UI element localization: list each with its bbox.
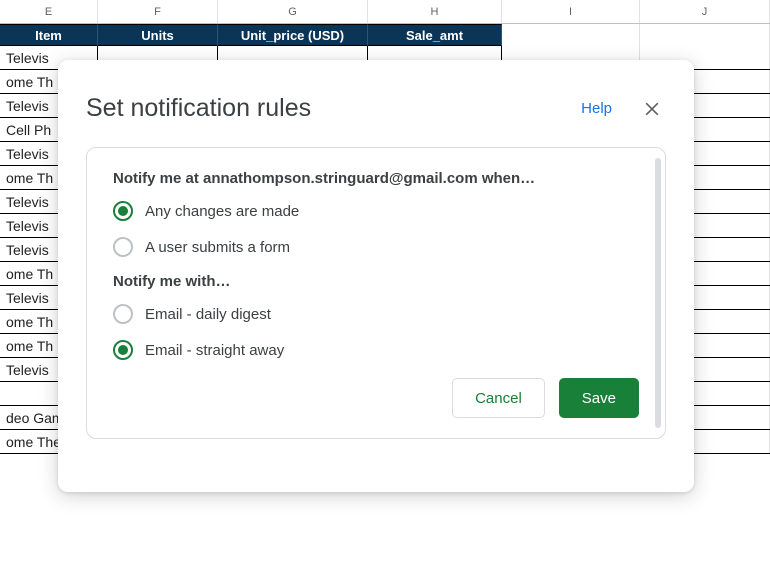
- header-sale-amt[interactable]: Sale_amt: [368, 24, 502, 46]
- col-header-G[interactable]: G: [218, 0, 368, 23]
- radio-icon: [113, 304, 133, 324]
- radio-icon: [113, 340, 133, 360]
- cancel-button[interactable]: Cancel: [452, 378, 545, 418]
- header-units[interactable]: Units: [98, 24, 218, 46]
- close-icon: [642, 99, 662, 119]
- notify-at-label: Notify me at annathompson.stringuard@gma…: [113, 170, 639, 187]
- save-button[interactable]: Save: [559, 378, 639, 418]
- radio-daily-digest[interactable]: Email - daily digest: [113, 304, 639, 324]
- header-item[interactable]: Item: [0, 24, 98, 46]
- radio-icon: [113, 201, 133, 221]
- col-header-I[interactable]: I: [502, 0, 640, 23]
- empty-cell[interactable]: [502, 24, 640, 46]
- notify-with-label: Notify me with…: [113, 273, 639, 290]
- radio-straight-away[interactable]: Email - straight away: [113, 340, 639, 360]
- col-header-H[interactable]: H: [368, 0, 502, 23]
- panel-scrollbar[interactable]: [655, 158, 661, 428]
- header-unit-price[interactable]: Unit_price (USD): [218, 24, 368, 46]
- radio-icon: [113, 237, 133, 257]
- dialog-panel: Notify me at annathompson.stringuard@gma…: [86, 147, 666, 439]
- radio-label: Any changes are made: [145, 203, 299, 220]
- col-header-F[interactable]: F: [98, 0, 218, 23]
- radio-label: Email - daily digest: [145, 306, 271, 323]
- radio-form-submit[interactable]: A user submits a form: [113, 237, 639, 257]
- radio-label: A user submits a form: [145, 239, 290, 256]
- empty-cell[interactable]: [640, 24, 770, 46]
- help-link[interactable]: Help: [581, 100, 612, 117]
- close-button[interactable]: [640, 97, 664, 121]
- radio-label: Email - straight away: [145, 342, 284, 359]
- column-header-row: E F G H I J: [0, 0, 770, 24]
- col-header-E[interactable]: E: [0, 0, 98, 23]
- col-header-J[interactable]: J: [640, 0, 770, 23]
- table-header-row: Item Units Unit_price (USD) Sale_amt: [0, 24, 770, 46]
- dialog-title: Set notification rules: [86, 94, 581, 123]
- radio-any-changes[interactable]: Any changes are made: [113, 201, 639, 221]
- notification-rules-dialog: Set notification rules Help Notify me at…: [58, 60, 694, 492]
